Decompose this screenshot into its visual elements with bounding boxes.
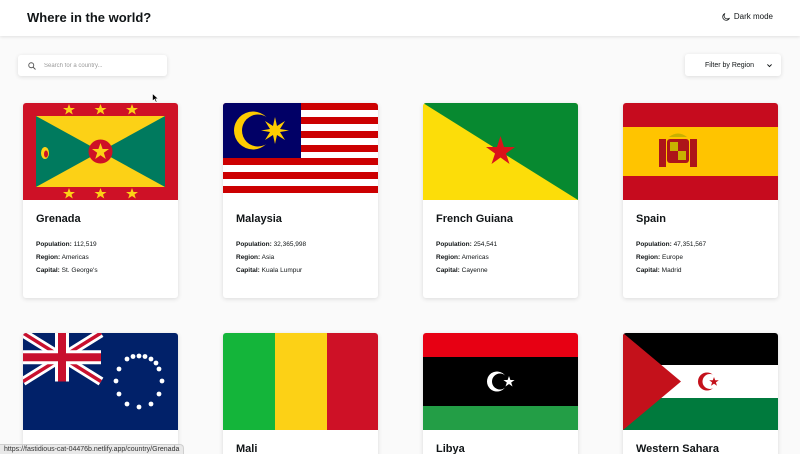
malaysia-flag [223,103,378,200]
moon-icon [722,12,730,21]
capital-value: St. George's [61,267,98,274]
country-card[interactable]: Grenada Population: 112,519 Region: Amer… [23,103,178,298]
region-value: Americas [461,254,489,261]
country-name: Western Sahara [636,443,719,454]
capital-label: Capital: [436,267,460,274]
population-value: 47,351,567 [673,241,707,248]
population-value: 32,365,998 [273,241,307,248]
capital-label: Capital: [36,267,60,274]
country-name: Malaysia [236,213,282,225]
mouse-cursor-icon [152,93,159,103]
page-title: Where in the world? [27,10,152,25]
country-name: Grenada [36,213,81,225]
population-value: 112,519 [73,241,97,248]
search-box[interactable] [18,55,167,76]
region-value: Europe [662,254,683,261]
mali-flag [223,333,378,430]
region-label: Region: [36,254,61,261]
country-card[interactable]: Malaysia Population: 32,365,998 Region: … [223,103,378,298]
region-label: Region: [436,254,461,261]
spain-flag [623,103,778,200]
region-label: Region: [236,254,261,261]
region-value: Americas [61,254,89,261]
capital-label: Capital: [636,267,660,274]
country-name: Mali [236,443,258,454]
capital-value: Kuala Lumpur [261,267,303,274]
population-value: 254,541 [473,241,498,248]
country-name: Spain [636,213,666,225]
libya-flag [423,333,578,430]
grenada-flag [23,103,178,200]
population-label: Population: [236,241,272,248]
country-card[interactable]: Mali [223,333,378,454]
country-name: Libya [436,443,465,454]
region-label: Region: [636,254,661,261]
country-card[interactable]: Libya [423,333,578,454]
country-card[interactable]: French Guiana Population: 254,541 Region… [423,103,578,298]
dark-mode-label: Dark mode [733,12,773,21]
search-icon [28,61,36,70]
western-sahara-flag [623,333,778,430]
cook-islands-flag [23,333,178,430]
french-guiana-flag [423,103,578,200]
population-label: Population: [436,241,472,248]
region-value: Asia [261,254,275,261]
capital-value: Cayenne [461,267,488,274]
dark-mode-toggle[interactable]: Dark mode [722,12,773,21]
country-card[interactable]: Western Sahara [623,333,778,454]
country-card[interactable] [23,333,178,454]
capital-label: Capital: [236,267,260,274]
country-name: French Guiana [436,213,514,225]
search-input[interactable] [44,62,154,69]
region-filter-dropdown[interactable]: Filter by Region [685,54,781,76]
header: Where in the world? Dark mode [0,0,800,36]
capital-value: Madrid [661,267,682,274]
country-card[interactable]: Spain Population: 47,351,567 Region: Eur… [623,103,778,298]
browser-status-url: https://fastidious-cat-04476b.netlify.ap… [0,444,185,454]
population-label: Population: [636,241,672,248]
population-label: Population: [36,241,72,248]
region-filter-label: Filter by Region [705,61,755,69]
chevron-down-icon [767,63,772,67]
